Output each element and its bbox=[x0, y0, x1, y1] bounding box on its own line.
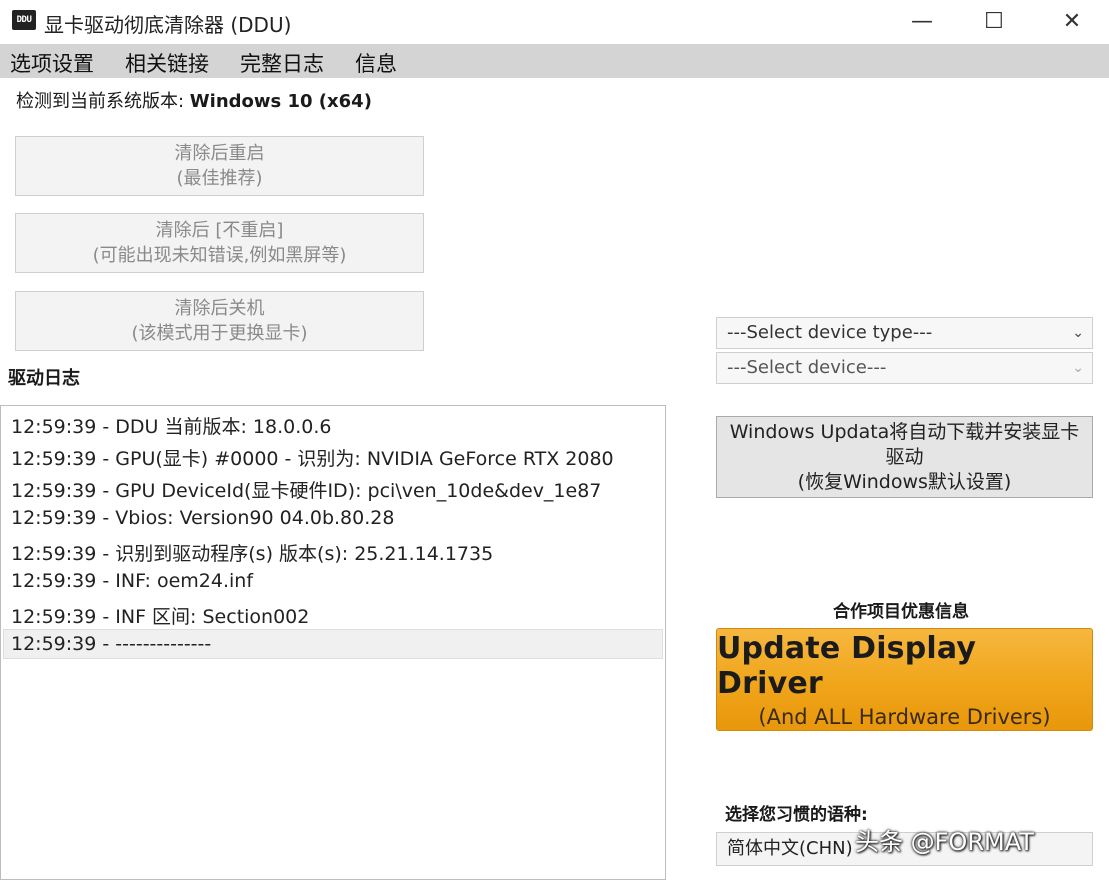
clean-and-restart-sublabel: (最佳推荐) bbox=[176, 168, 263, 189]
update-display-driver-banner[interactable]: Update Display Driver (And ALL Hardware … bbox=[716, 628, 1093, 731]
menu-options[interactable]: 选项设置 bbox=[10, 48, 94, 78]
windows-update-button[interactable]: Windows Updata将自动下载并安装显卡驱动 (恢复Windows默认设… bbox=[716, 416, 1093, 498]
chevron-down-icon: ⌄ bbox=[1072, 325, 1084, 341]
device-type-select[interactable]: ---Select device type--- ⌄ bbox=[716, 317, 1093, 349]
clean-no-restart-label: 清除后 [不重启] bbox=[155, 220, 284, 241]
clean-and-shutdown-button[interactable]: 清除后关机 (该模式用于更换显卡) bbox=[15, 291, 424, 351]
clean-and-shutdown-sublabel: (该模式用于更换显卡) bbox=[131, 323, 308, 344]
log-line[interactable]: 12:59:39 - Vbios: Version90 04.0b.80.28 bbox=[11, 507, 394, 529]
os-value: Windows 10 (x64) bbox=[189, 91, 372, 112]
maximize-icon[interactable]: ☐ bbox=[972, 6, 1016, 36]
chevron-down-icon: ⌄ bbox=[1072, 360, 1084, 376]
menu-info[interactable]: 信息 bbox=[355, 48, 397, 78]
os-detection: 检测到当前系统版本: Windows 10 (x64) bbox=[16, 87, 372, 113]
clean-no-restart-sublabel: (可能出现未知错误,例如黑屏等) bbox=[92, 245, 347, 266]
log-line[interactable]: 12:59:39 - DDU 当前版本: 18.0.0.6 bbox=[11, 412, 331, 439]
clean-and-restart-label: 清除后重启 bbox=[174, 143, 265, 164]
close-icon[interactable]: ✕ bbox=[1050, 6, 1094, 36]
log-line[interactable]: 12:59:39 - 识别到驱动程序(s) 版本(s): 25.21.14.17… bbox=[11, 539, 493, 566]
log-line[interactable]: 12:59:39 - INF 区间: Section002 bbox=[11, 602, 309, 629]
log-line-selected[interactable]: 12:59:39 - -------------- bbox=[11, 633, 211, 655]
log-line[interactable]: 12:59:39 - GPU DeviceId(显卡硬件ID): pci\ven… bbox=[11, 476, 601, 503]
windows-update-label: Windows Updata将自动下载并安装显卡驱动 (恢复Windows默认设… bbox=[729, 420, 1080, 493]
device-select-value: ---Select device--- bbox=[727, 357, 887, 378]
window-title: 显卡驱动彻底清除器 (DDU) bbox=[44, 13, 292, 37]
menu-links[interactable]: 相关链接 bbox=[125, 48, 209, 78]
promo-main-text: Update Display Driver bbox=[717, 630, 977, 701]
clean-and-shutdown-label: 清除后关机 bbox=[174, 298, 265, 319]
device-type-select-value: ---Select device type--- bbox=[727, 322, 933, 343]
clean-and-restart-button[interactable]: 清除后重启 (最佳推荐) bbox=[15, 136, 424, 196]
menu-bar: 选项设置 相关链接 完整日志 信息 bbox=[0, 44, 1109, 78]
clean-no-restart-button[interactable]: 清除后 [不重启] (可能出现未知错误,例如黑屏等) bbox=[15, 213, 424, 273]
os-label: 检测到当前系统版本: bbox=[16, 91, 190, 112]
watermark-text: 头条 @FORMAT bbox=[855, 828, 1034, 856]
log-title: 驱动日志 bbox=[8, 368, 80, 389]
title-bar: DDU 显卡驱动彻底清除器 (DDU) — ☐ ✕ bbox=[0, 0, 1109, 44]
language-select-value: 简体中文(CHN) bbox=[727, 838, 853, 859]
menu-full-log[interactable]: 完整日志 bbox=[240, 48, 324, 78]
language-label: 选择您习惯的语种: bbox=[725, 805, 868, 825]
ddu-app-icon: DDU bbox=[12, 10, 36, 30]
minimize-icon[interactable]: — bbox=[900, 6, 944, 36]
device-select[interactable]: ---Select device--- ⌄ bbox=[716, 352, 1093, 384]
partner-label: 合作项目优惠信息 bbox=[833, 602, 969, 622]
log-line[interactable]: 12:59:39 - INF: oem24.inf bbox=[11, 570, 253, 592]
promo-sub-text: (And ALL Hardware Drivers) bbox=[758, 704, 1051, 729]
log-line[interactable]: 12:59:39 - GPU(显卡) #0000 - 识别为: NVIDIA G… bbox=[11, 444, 614, 471]
log-list[interactable]: 12:59:39 - DDU 当前版本: 18.0.0.6 12:59:39 -… bbox=[0, 405, 666, 880]
